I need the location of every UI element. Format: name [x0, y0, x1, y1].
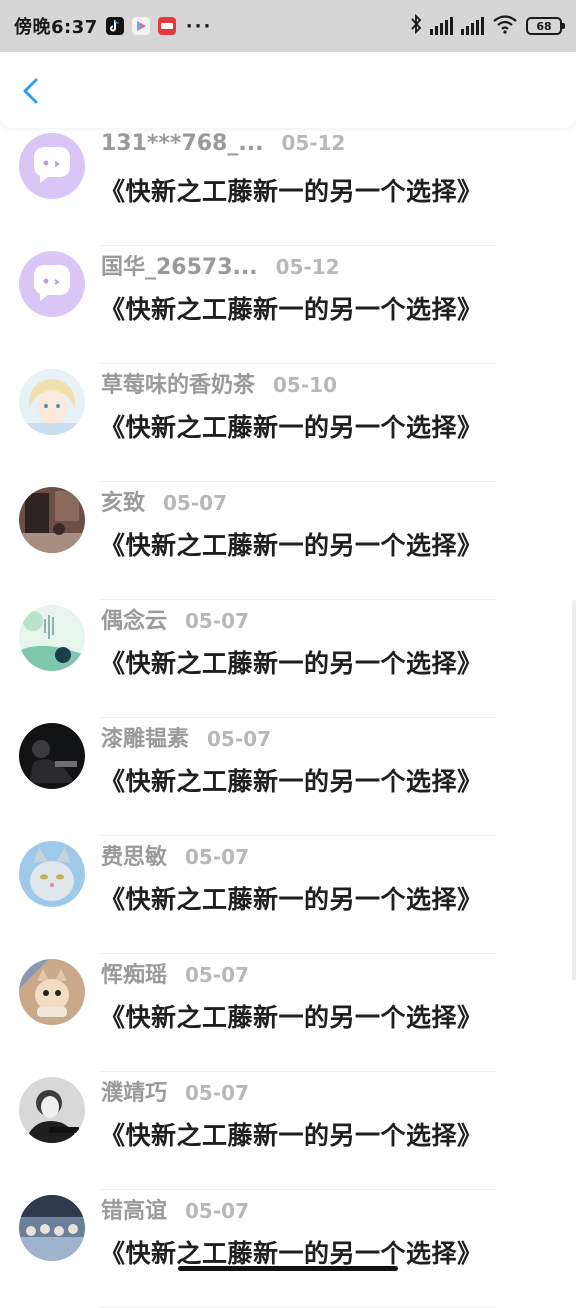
- comment-date: 05-07: [185, 963, 249, 987]
- username[interactable]: 错高谊: [101, 1193, 167, 1225]
- comment-item[interactable]: 漆雕韫素 05-07 《快新之工藤新一的另一个选择》: [0, 718, 576, 836]
- comment-item[interactable]: 费思敏 05-07 《快新之工藤新一的另一个选择》: [0, 836, 576, 954]
- comment-date: 05-07: [163, 491, 227, 515]
- comment-date: 05-07: [185, 1081, 249, 1105]
- comment-text: 《快新之工藤新一的另一个选择》: [100, 1239, 483, 1268]
- comment-text: 《快新之工藤新一的另一个选择》: [100, 649, 483, 678]
- more-notifications-icon: ···: [185, 15, 213, 37]
- comment-text: 《快新之工藤新一的另一个选择》: [100, 885, 483, 914]
- comment-text: 《快新之工藤新一的另一个选择》: [100, 767, 483, 796]
- comment-meta: 濮靖巧 05-07: [101, 1075, 249, 1107]
- username[interactable]: 国华_26573...: [101, 249, 258, 281]
- top-nav-bar: [0, 52, 576, 128]
- comment-meta: 国华_26573... 05-12: [101, 249, 340, 281]
- avatar[interactable]: [19, 1195, 85, 1261]
- username[interactable]: 恽痴瑶: [101, 957, 167, 989]
- avatar[interactable]: [19, 1077, 85, 1143]
- avatar[interactable]: [19, 605, 85, 671]
- comment-date: 05-07: [185, 609, 249, 633]
- username[interactable]: 漆雕韫素: [101, 721, 189, 753]
- comment-text: 《快新之工藤新一的另一个选择》: [100, 295, 483, 324]
- back-button[interactable]: [14, 74, 48, 108]
- play-store-icon: [131, 17, 150, 35]
- username[interactable]: 131***768_...: [101, 131, 263, 156]
- comment-item[interactable]: 偶念云 05-07 《快新之工藤新一的另一个选择》: [0, 600, 576, 718]
- tiktok-icon: [105, 17, 124, 35]
- comment-meta: 亥致 05-07: [101, 485, 227, 517]
- avatar[interactable]: [19, 251, 85, 317]
- bluetooth-icon: [410, 13, 422, 38]
- comment-meta: 恽痴瑶 05-07: [101, 957, 249, 989]
- status-time: 傍晚6:37: [14, 17, 98, 38]
- avatar[interactable]: [19, 369, 85, 435]
- comment-meta: 漆雕韫素 05-07: [101, 721, 271, 753]
- comment-item[interactable]: 131***768_... 05-12 《快新之工藤新一的另一个选择》: [0, 128, 576, 246]
- comment-meta: 草莓味的香奶茶 05-10: [101, 367, 337, 399]
- comment-text: 《快新之工藤新一的另一个选择》: [100, 177, 483, 206]
- status-bar: 傍晚6:37 ··· 68: [0, 0, 576, 52]
- username[interactable]: 濮靖巧: [101, 1075, 167, 1107]
- home-indicator[interactable]: [178, 1266, 398, 1271]
- wifi-icon: [492, 14, 518, 38]
- comment-date: 05-07: [185, 845, 249, 869]
- avatar[interactable]: [19, 487, 85, 553]
- comment-item[interactable]: 亥致 05-07 《快新之工藤新一的另一个选择》: [0, 482, 576, 600]
- comment-date: 05-12: [275, 255, 340, 279]
- username[interactable]: 费思敏: [101, 839, 167, 871]
- comment-date: 05-10: [273, 373, 337, 397]
- shop-app-icon: [157, 17, 176, 35]
- avatar[interactable]: [19, 959, 85, 1025]
- comment-text: 《快新之工藤新一的另一个选择》: [100, 1003, 483, 1032]
- avatar[interactable]: [19, 723, 85, 789]
- comment-item[interactable]: 草莓味的香奶茶 05-10 《快新之工藤新一的另一个选择》: [0, 364, 576, 482]
- comment-date: 05-12: [281, 131, 346, 155]
- comment-item[interactable]: 濮靖巧 05-07 《快新之工藤新一的另一个选择》: [0, 1072, 576, 1190]
- username[interactable]: 偶念云: [101, 603, 167, 635]
- username[interactable]: 亥致: [101, 485, 145, 517]
- comment-item[interactable]: 恽痴瑶 05-07 《快新之工藤新一的另一个选择》: [0, 954, 576, 1072]
- comment-text: 《快新之工藤新一的另一个选择》: [100, 413, 483, 442]
- comment-meta: 费思敏 05-07: [101, 839, 249, 871]
- scrollbar[interactable]: [572, 600, 576, 980]
- signal-icon-1: [430, 17, 453, 35]
- comment-meta: 错高谊 05-07: [101, 1193, 249, 1225]
- username[interactable]: 草莓味的香奶茶: [101, 367, 255, 399]
- comment-date: 05-07: [185, 1199, 249, 1223]
- comment-item[interactable]: 错高谊 05-07 《快新之工藤新一的另一个选择》: [0, 1190, 576, 1308]
- comment-item[interactable]: 国华_26573... 05-12 《快新之工藤新一的另一个选择》: [0, 246, 576, 364]
- battery-icon: 68: [526, 17, 565, 35]
- chevron-left-icon: [14, 78, 48, 112]
- comment-date: 05-07: [207, 727, 271, 751]
- avatar[interactable]: [19, 841, 85, 907]
- avatar[interactable]: [19, 133, 85, 199]
- comment-text: 《快新之工藤新一的另一个选择》: [100, 531, 483, 560]
- signal-icon-2: [461, 17, 484, 35]
- comment-list: 131***768_... 05-12 《快新之工藤新一的另一个选择》 国华_2657…: [0, 128, 576, 1308]
- comment-text: 《快新之工藤新一的另一个选择》: [100, 1121, 483, 1150]
- comment-meta: 偶念云 05-07: [101, 603, 249, 635]
- comment-meta: 131***768_... 05-12: [101, 131, 345, 156]
